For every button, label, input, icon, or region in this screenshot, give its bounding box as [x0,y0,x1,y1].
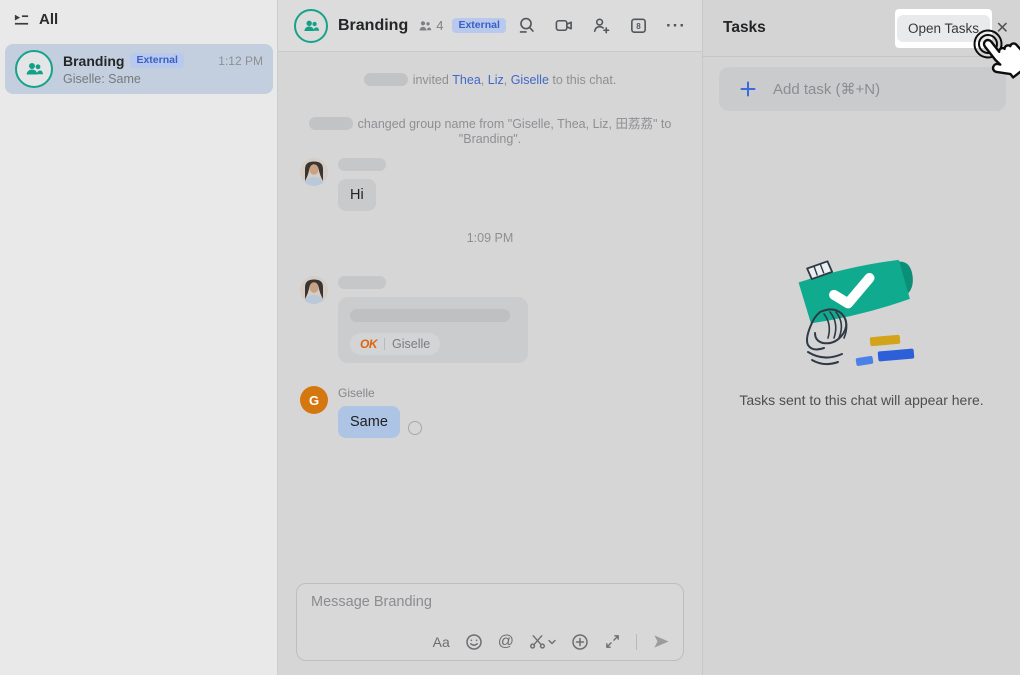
chevron-down-icon [548,639,556,645]
svg-text:8: 8 [636,22,641,31]
add-member-icon[interactable] [592,16,611,35]
external-badge: External [452,18,505,34]
external-badge: External [130,53,183,69]
chat-item-title: Branding [63,53,124,69]
message-bubble[interactable]: Same [338,406,400,438]
member-count[interactable]: 4 [418,18,443,33]
tasks-empty-illustration [772,252,952,384]
sidebar-title: All [39,11,58,28]
expand-icon[interactable] [604,633,621,650]
sidebar-header: All [13,11,58,28]
search-icon[interactable] [517,16,536,35]
time-divider: 1:09 PM [278,231,702,245]
chat-column: Branding 4 External [278,0,702,675]
message-redacted: OK Giselle [300,276,528,363]
read-status-icon [408,421,422,435]
chat-list-item-branding[interactable]: Branding External 1:12 PM Giselle: Same [5,44,273,94]
text-format-icon[interactable]: Aa [433,634,450,650]
redacted-sender [364,73,408,86]
redacted-sender [309,117,353,130]
reaction-pill[interactable]: OK Giselle [350,333,440,355]
tutorial-spotlight: Open Tasks [895,9,992,48]
system-message-invited: invited Thea, Liz, Giselle to this chat. [278,73,702,87]
more-icon[interactable]: ··· [666,17,686,34]
message-bubble[interactable]: OK Giselle [338,297,528,363]
member-link-giselle[interactable]: Giselle [511,73,549,87]
group-avatar [15,50,53,88]
tasks-empty-text: Tasks sent to this chat will appear here… [703,392,1020,408]
composer: Aa @ [296,583,684,661]
member-link-thea[interactable]: Thea [452,73,481,87]
avatar-giselle[interactable]: G [300,386,328,414]
message-same: G Giselle Same [300,386,422,438]
message-hi: Hi [300,158,386,211]
system-message-renamed: changed group name from "Giselle, Thea, … [278,113,702,146]
reaction-user: Giselle [392,337,430,351]
chat-item-time: 1:12 PM [218,54,263,68]
send-icon[interactable] [652,632,671,651]
tasks-panel: Tasks Open Tasks ✕ Add task (⌘+N) [702,0,1020,675]
add-task-label: Add task (⌘+N) [773,80,880,98]
tasks-title: Tasks [723,19,766,37]
video-call-icon[interactable] [554,16,574,35]
ok-emoji-icon: OK [360,337,377,351]
chat-title: Branding [338,17,408,35]
calendar-icon[interactable]: 8 [629,16,648,35]
chat-header: Branding 4 External [278,0,702,52]
members-icon [418,19,432,33]
message-input[interactable] [311,594,669,610]
chat-item-preview: Giselle: Same [63,72,263,86]
filter-icon[interactable] [13,11,30,28]
open-tasks-button[interactable]: Open Tasks [897,15,990,42]
chat-item-body: Branding External 1:12 PM Giselle: Same [63,53,263,86]
screenshot-icon[interactable] [529,633,556,650]
avatar-thea[interactable] [300,276,328,304]
chat-avatar [294,9,328,43]
add-task-button[interactable]: Add task (⌘+N) [719,67,1006,111]
redacted-text [350,309,510,322]
composer-divider [636,634,637,650]
close-icon[interactable]: ✕ [996,18,1009,38]
sender-name: Giselle [338,386,422,400]
plus-icon [739,80,757,98]
redacted-name [338,158,386,171]
member-link-liz[interactable]: Liz [488,73,504,87]
reaction-divider [384,338,385,350]
emoji-icon[interactable] [465,633,483,651]
message-bubble[interactable]: Hi [338,179,376,211]
attach-plus-icon[interactable] [571,633,589,651]
mention-icon[interactable]: @ [498,633,514,651]
redacted-name [338,276,386,289]
sidebar: All Branding External 1:12 PM Giselle: S… [0,0,278,675]
avatar-thea[interactable] [300,158,328,186]
member-count-value: 4 [436,18,443,33]
